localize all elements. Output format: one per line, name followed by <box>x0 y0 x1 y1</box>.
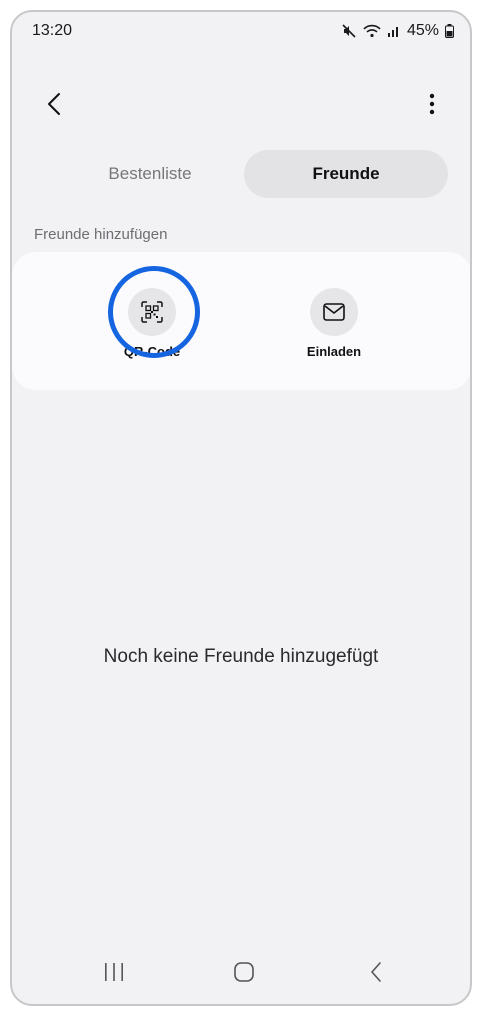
qr-code-label: QR-Code <box>123 344 181 359</box>
app-bar <box>12 84 470 124</box>
tab-bestenliste[interactable]: Bestenliste <box>48 150 252 198</box>
mail-icon <box>323 303 345 321</box>
nav-back-button[interactable] <box>356 958 396 986</box>
phone-screen: 13:20 45% Bestenliste Freunde Freunde hi… <box>10 10 472 1006</box>
status-icons: 45% <box>341 22 454 40</box>
status-bar: 13:20 45% <box>12 12 470 50</box>
more-vertical-icon <box>429 93 435 115</box>
recent-apps-button[interactable] <box>94 958 134 986</box>
invite-button[interactable]: Einladen <box>274 288 394 359</box>
tab-bar: Bestenliste Freunde <box>48 150 448 198</box>
tab-freunde[interactable]: Freunde <box>244 150 448 198</box>
qr-code-icon-circle <box>128 288 176 336</box>
recent-apps-icon <box>105 963 123 981</box>
chevron-left-icon <box>48 93 60 115</box>
battery-icon <box>445 24 454 38</box>
mute-icon <box>341 23 357 39</box>
section-label-add-friends: Freunde hinzufügen <box>34 226 168 243</box>
invite-icon-circle <box>310 288 358 336</box>
back-icon <box>371 962 381 982</box>
add-friends-card: QR-Code Einladen <box>12 252 470 390</box>
more-options-button[interactable] <box>422 88 442 120</box>
back-button[interactable] <box>40 88 68 120</box>
status-time: 13:20 <box>32 22 73 39</box>
home-icon <box>234 962 254 982</box>
signal-icon <box>387 24 401 38</box>
qr-scan-icon <box>141 301 163 323</box>
invite-label: Einladen <box>306 344 362 359</box>
battery-text: 45% <box>406 22 439 39</box>
navigation-bar <box>12 944 470 1004</box>
wifi-icon <box>363 23 381 39</box>
empty-state-text: Noch keine Freunde hinzugefügt <box>103 646 379 667</box>
qr-code-button[interactable]: QR-Code <box>92 288 212 359</box>
home-button[interactable] <box>224 958 264 986</box>
